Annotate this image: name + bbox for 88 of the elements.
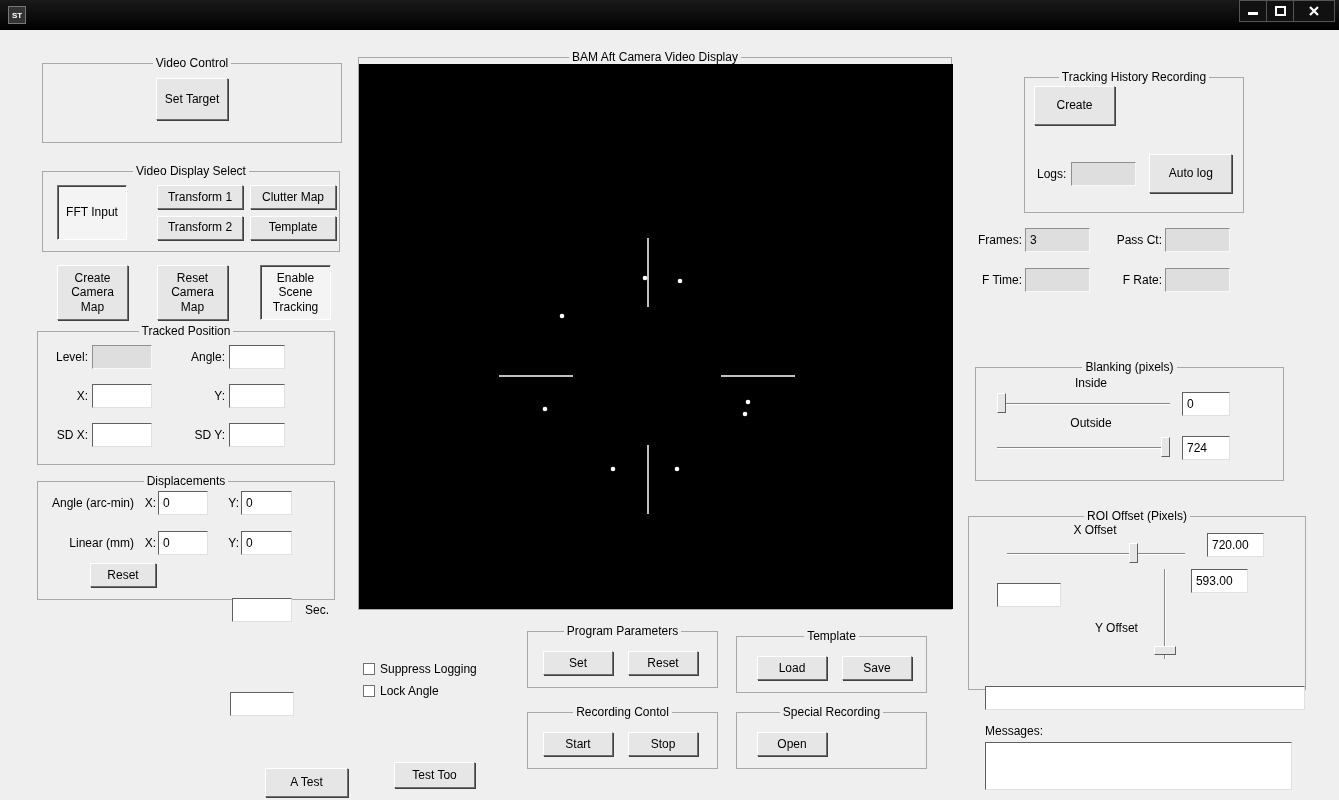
button[interactable]: FFT Input [57, 185, 127, 240]
button[interactable]: Open [757, 732, 827, 756]
field-label: Level: [54, 350, 88, 364]
field-label: X: [143, 496, 156, 510]
button[interactable]: Template [250, 215, 336, 240]
text-field[interactable] [229, 345, 285, 369]
group-title: ROI Offset (Pixels) [1086, 509, 1188, 523]
text-field[interactable]: 593.00 [1190, 569, 1248, 593]
button[interactable]: Set Target [156, 78, 228, 120]
slider-thumb[interactable] [1161, 437, 1170, 457]
button[interactable]: Set [543, 651, 613, 675]
field-label: Inside [1075, 376, 1107, 390]
slider-thumb[interactable] [1128, 543, 1138, 563]
group-title: Recording Contol [575, 705, 670, 719]
text-field[interactable] [997, 583, 1061, 607]
text-field[interactable] [92, 384, 152, 408]
messages-box[interactable] [985, 742, 1292, 790]
button[interactable]: Reset [90, 563, 156, 587]
field-label: Outside [1070, 416, 1112, 430]
minimize-button[interactable] [1240, 1, 1267, 21]
text-field[interactable] [230, 692, 294, 716]
checkbox[interactable] [363, 663, 375, 675]
field-label: SD X: [55, 428, 88, 442]
group-title: Template [806, 629, 857, 643]
group-title: Video Display Select [135, 164, 247, 178]
slider-thumb[interactable] [997, 393, 1006, 413]
close-button[interactable] [1294, 1, 1334, 21]
text-field[interactable] [229, 384, 285, 408]
maximize-icon [1274, 6, 1286, 16]
group-title: Blanking (pixels) [1084, 360, 1175, 374]
field-label: Linear (mm) [68, 536, 134, 550]
text-field[interactable] [229, 423, 285, 447]
field-label: X: [75, 389, 88, 403]
text-field[interactable] [232, 598, 292, 622]
button[interactable]: A Test [265, 768, 348, 797]
text-field[interactable]: 0 [158, 491, 208, 515]
button[interactable]: Start [543, 732, 613, 756]
group-title: Tracking History Recording [1060, 70, 1208, 84]
field-label: Angle (arc-min) [50, 496, 134, 510]
field-label: Suppress Logging [380, 662, 477, 676]
text-field[interactable]: 720.00 [1207, 533, 1264, 557]
maximize-button[interactable] [1267, 1, 1294, 21]
field-label: Y: [213, 389, 225, 403]
button[interactable]: Transform 1 [157, 185, 243, 209]
text-field[interactable]: 724 [1182, 436, 1230, 460]
group-title: Tracked Position [140, 324, 232, 338]
group-title: BAM Aft Camera Video Display [571, 50, 739, 64]
button[interactable]: Clutter Map [250, 185, 336, 209]
field-label: Messages: [985, 724, 1044, 738]
button[interactable]: Auto log [1149, 154, 1233, 193]
button[interactable]: Create Camera Map [57, 265, 128, 320]
group-title: Program Parameters [565, 624, 680, 638]
button[interactable]: Save [842, 656, 912, 680]
field-label: Logs: [1037, 166, 1067, 181]
field-label: Lock Angle [380, 684, 439, 698]
text-field[interactable]: 0 [241, 491, 292, 515]
field-label: X: [143, 536, 156, 550]
group-title: Video Control [154, 56, 230, 70]
field-label: SD Y: [193, 428, 225, 442]
app-icon: ST [8, 6, 26, 24]
text-field[interactable]: 0 [158, 531, 208, 555]
close-icon [1309, 6, 1319, 16]
text-field[interactable]: 0 [1182, 392, 1230, 416]
button[interactable]: Transform 2 [157, 215, 243, 240]
checkbox[interactable] [363, 685, 375, 697]
group-title: Displacements [145, 474, 227, 488]
field-label: Frames: [977, 233, 1022, 247]
text-field[interactable] [985, 686, 1305, 710]
button[interactable]: Reset Camera Map [157, 265, 228, 320]
field-label: Sec. [305, 603, 329, 617]
field-label: Y: [227, 536, 239, 550]
field-label: F Rate: [1121, 273, 1162, 287]
text-field[interactable] [92, 423, 152, 447]
button[interactable]: Load [757, 656, 827, 680]
text-field[interactable]: 0 [241, 531, 292, 555]
field-label: Y: [227, 496, 239, 510]
field-label: F Time: [981, 273, 1022, 287]
field-label: Angle: [189, 350, 225, 364]
field-label: Y Offset [1095, 621, 1138, 635]
button[interactable]: Create [1034, 86, 1115, 125]
field-label: X Offset [1073, 523, 1117, 537]
button[interactable]: Enable Scene Tracking [260, 265, 331, 320]
group-title: Special Recording [781, 705, 882, 719]
button[interactable]: Stop [628, 732, 698, 756]
field-label: Pass Ct: [1115, 233, 1162, 247]
button[interactable]: Test Too [394, 762, 475, 788]
button[interactable]: Reset [628, 651, 698, 675]
slider-thumb[interactable] [1153, 645, 1176, 655]
